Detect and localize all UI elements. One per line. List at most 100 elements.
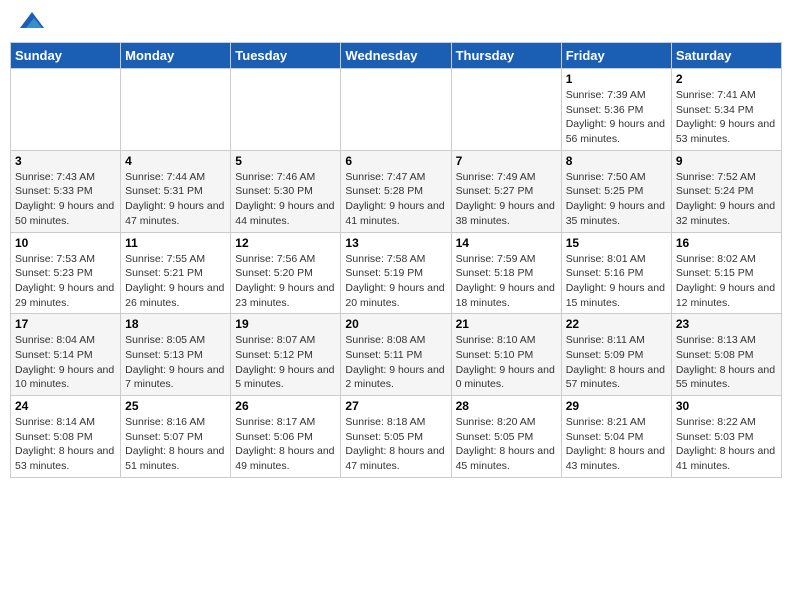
day-info: Sunrise: 7:50 AM Sunset: 5:25 PM Dayligh… [566,170,667,229]
calendar-cell [11,69,121,151]
calendar-cell [341,69,451,151]
day-info: Sunrise: 7:49 AM Sunset: 5:27 PM Dayligh… [456,170,557,229]
day-number: 4 [125,154,226,168]
calendar-cell: 29 Sunrise: 8:21 AM Sunset: 5:04 PM Dayli… [561,396,671,478]
week-row-4: 17 Sunrise: 8:04 AM Sunset: 5:14 PM Dayli… [11,314,782,396]
day-info: Sunrise: 8:20 AM Sunset: 5:05 PM Dayligh… [456,415,557,474]
calendar-cell: 6 Sunrise: 7:47 AM Sunset: 5:28 PM Daylig… [341,150,451,232]
calendar-cell: 21 Sunrise: 8:10 AM Sunset: 5:10 PM Dayli… [451,314,561,396]
calendar-cell: 4 Sunrise: 7:44 AM Sunset: 5:31 PM Daylig… [121,150,231,232]
day-number: 10 [15,236,116,250]
calendar-cell: 3Sunrise: 7:43 AM Sunset: 5:33 PM Daylig… [11,150,121,232]
day-info: Sunrise: 8:13 AM Sunset: 5:08 PM Dayligh… [676,333,777,392]
day-number: 12 [235,236,336,250]
calendar-cell: 14 Sunrise: 7:59 AM Sunset: 5:18 PM Dayli… [451,232,561,314]
calendar-cell: 9 Sunrise: 7:52 AM Sunset: 5:24 PM Daylig… [671,150,781,232]
day-info: Sunrise: 7:53 AM Sunset: 5:23 PM Dayligh… [15,252,116,311]
weekday-header-thursday: Thursday [451,43,561,69]
day-info: Sunrise: 7:56 AM Sunset: 5:20 PM Dayligh… [235,252,336,311]
calendar-cell: 25 Sunrise: 8:16 AM Sunset: 5:07 PM Dayli… [121,396,231,478]
day-number: 11 [125,236,226,250]
calendar-table: SundayMondayTuesdayWednesdayThursdayFrid… [10,42,782,478]
day-info: Sunrise: 8:16 AM Sunset: 5:07 PM Dayligh… [125,415,226,474]
weekday-header-friday: Friday [561,43,671,69]
day-number: 30 [676,399,777,413]
day-info: Sunrise: 7:41 AM Sunset: 5:34 PM Dayligh… [676,88,777,147]
calendar-cell: 12 Sunrise: 7:56 AM Sunset: 5:20 PM Dayli… [231,232,341,314]
day-info: Sunrise: 7:47 AM Sunset: 5:28 PM Dayligh… [345,170,446,229]
calendar-cell: 28Sunrise: 8:20 AM Sunset: 5:05 PM Dayli… [451,396,561,478]
calendar-cell: 23 Sunrise: 8:13 AM Sunset: 5:08 PM Dayli… [671,314,781,396]
day-number: 16 [676,236,777,250]
day-number: 21 [456,317,557,331]
weekday-header-tuesday: Tuesday [231,43,341,69]
day-info: Sunrise: 8:18 AM Sunset: 5:05 PM Dayligh… [345,415,446,474]
calendar-cell: 16 Sunrise: 8:02 AM Sunset: 5:15 PM Dayli… [671,232,781,314]
weekday-header-wednesday: Wednesday [341,43,451,69]
calendar-cell: 15 Sunrise: 8:01 AM Sunset: 5:16 PM Dayli… [561,232,671,314]
day-number: 17 [15,317,116,331]
day-number: 25 [125,399,226,413]
calendar-cell: 10 Sunrise: 7:53 AM Sunset: 5:23 PM Dayli… [11,232,121,314]
day-number: 9 [676,154,777,168]
day-info: Sunrise: 7:43 AM Sunset: 5:33 PM Dayligh… [15,170,116,229]
day-info: Sunrise: 8:05 AM Sunset: 5:13 PM Dayligh… [125,333,226,392]
calendar-cell [121,69,231,151]
day-info: Sunrise: 7:44 AM Sunset: 5:31 PM Dayligh… [125,170,226,229]
day-number: 22 [566,317,667,331]
week-row-5: 24Sunrise: 8:14 AM Sunset: 5:08 PM Dayli… [11,396,782,478]
day-number: 6 [345,154,446,168]
calendar-cell: 24Sunrise: 8:14 AM Sunset: 5:08 PM Dayli… [11,396,121,478]
day-info: Sunrise: 7:58 AM Sunset: 5:19 PM Dayligh… [345,252,446,311]
day-info: Sunrise: 8:01 AM Sunset: 5:16 PM Dayligh… [566,252,667,311]
calendar-cell: 26 Sunrise: 8:17 AM Sunset: 5:06 PM Dayli… [231,396,341,478]
day-info: Sunrise: 8:08 AM Sunset: 5:11 PM Dayligh… [345,333,446,392]
day-info: Sunrise: 7:39 AM Sunset: 5:36 PM Dayligh… [566,88,667,147]
calendar-cell: 7 Sunrise: 7:49 AM Sunset: 5:27 PM Daylig… [451,150,561,232]
day-number: 1 [566,72,667,86]
weekday-header-sunday: Sunday [11,43,121,69]
day-info: Sunrise: 8:21 AM Sunset: 5:04 PM Dayligh… [566,415,667,474]
day-info: Sunrise: 7:55 AM Sunset: 5:21 PM Dayligh… [125,252,226,311]
day-info: Sunrise: 8:22 AM Sunset: 5:03 PM Dayligh… [676,415,777,474]
page-header [10,10,782,36]
calendar-cell [451,69,561,151]
day-info: Sunrise: 8:02 AM Sunset: 5:15 PM Dayligh… [676,252,777,311]
day-number: 15 [566,236,667,250]
day-info: Sunrise: 8:17 AM Sunset: 5:06 PM Dayligh… [235,415,336,474]
calendar-cell: 5Sunrise: 7:46 AM Sunset: 5:30 PM Daylig… [231,150,341,232]
day-number: 19 [235,317,336,331]
day-number: 18 [125,317,226,331]
day-info: Sunrise: 7:52 AM Sunset: 5:24 PM Dayligh… [676,170,777,229]
calendar-cell: 1 Sunrise: 7:39 AM Sunset: 5:36 PM Daylig… [561,69,671,151]
day-number: 8 [566,154,667,168]
day-info: Sunrise: 7:59 AM Sunset: 5:18 PM Dayligh… [456,252,557,311]
day-number: 20 [345,317,446,331]
day-info: Sunrise: 8:11 AM Sunset: 5:09 PM Dayligh… [566,333,667,392]
day-number: 23 [676,317,777,331]
day-number: 29 [566,399,667,413]
calendar-header: SundayMondayTuesdayWednesdayThursdayFrid… [11,43,782,69]
week-row-1: 1 Sunrise: 7:39 AM Sunset: 5:36 PM Daylig… [11,69,782,151]
week-row-2: 3Sunrise: 7:43 AM Sunset: 5:33 PM Daylig… [11,150,782,232]
calendar-cell [231,69,341,151]
day-number: 13 [345,236,446,250]
weekday-header-row: SundayMondayTuesdayWednesdayThursdayFrid… [11,43,782,69]
day-info: Sunrise: 8:04 AM Sunset: 5:14 PM Dayligh… [15,333,116,392]
day-number: 14 [456,236,557,250]
logo-text [18,18,44,32]
day-number: 7 [456,154,557,168]
day-number: 26 [235,399,336,413]
calendar-cell: 18 Sunrise: 8:05 AM Sunset: 5:13 PM Dayli… [121,314,231,396]
logo-icon [20,8,44,32]
weekday-header-monday: Monday [121,43,231,69]
calendar-cell: 22 Sunrise: 8:11 AM Sunset: 5:09 PM Dayli… [561,314,671,396]
day-info: Sunrise: 8:10 AM Sunset: 5:10 PM Dayligh… [456,333,557,392]
calendar-cell: 20 Sunrise: 8:08 AM Sunset: 5:11 PM Dayli… [341,314,451,396]
day-number: 24 [15,399,116,413]
day-number: 27 [345,399,446,413]
calendar-cell: 8 Sunrise: 7:50 AM Sunset: 5:25 PM Daylig… [561,150,671,232]
day-info: Sunrise: 8:07 AM Sunset: 5:12 PM Dayligh… [235,333,336,392]
calendar-cell: 19 Sunrise: 8:07 AM Sunset: 5:12 PM Dayli… [231,314,341,396]
day-info: Sunrise: 7:46 AM Sunset: 5:30 PM Dayligh… [235,170,336,229]
